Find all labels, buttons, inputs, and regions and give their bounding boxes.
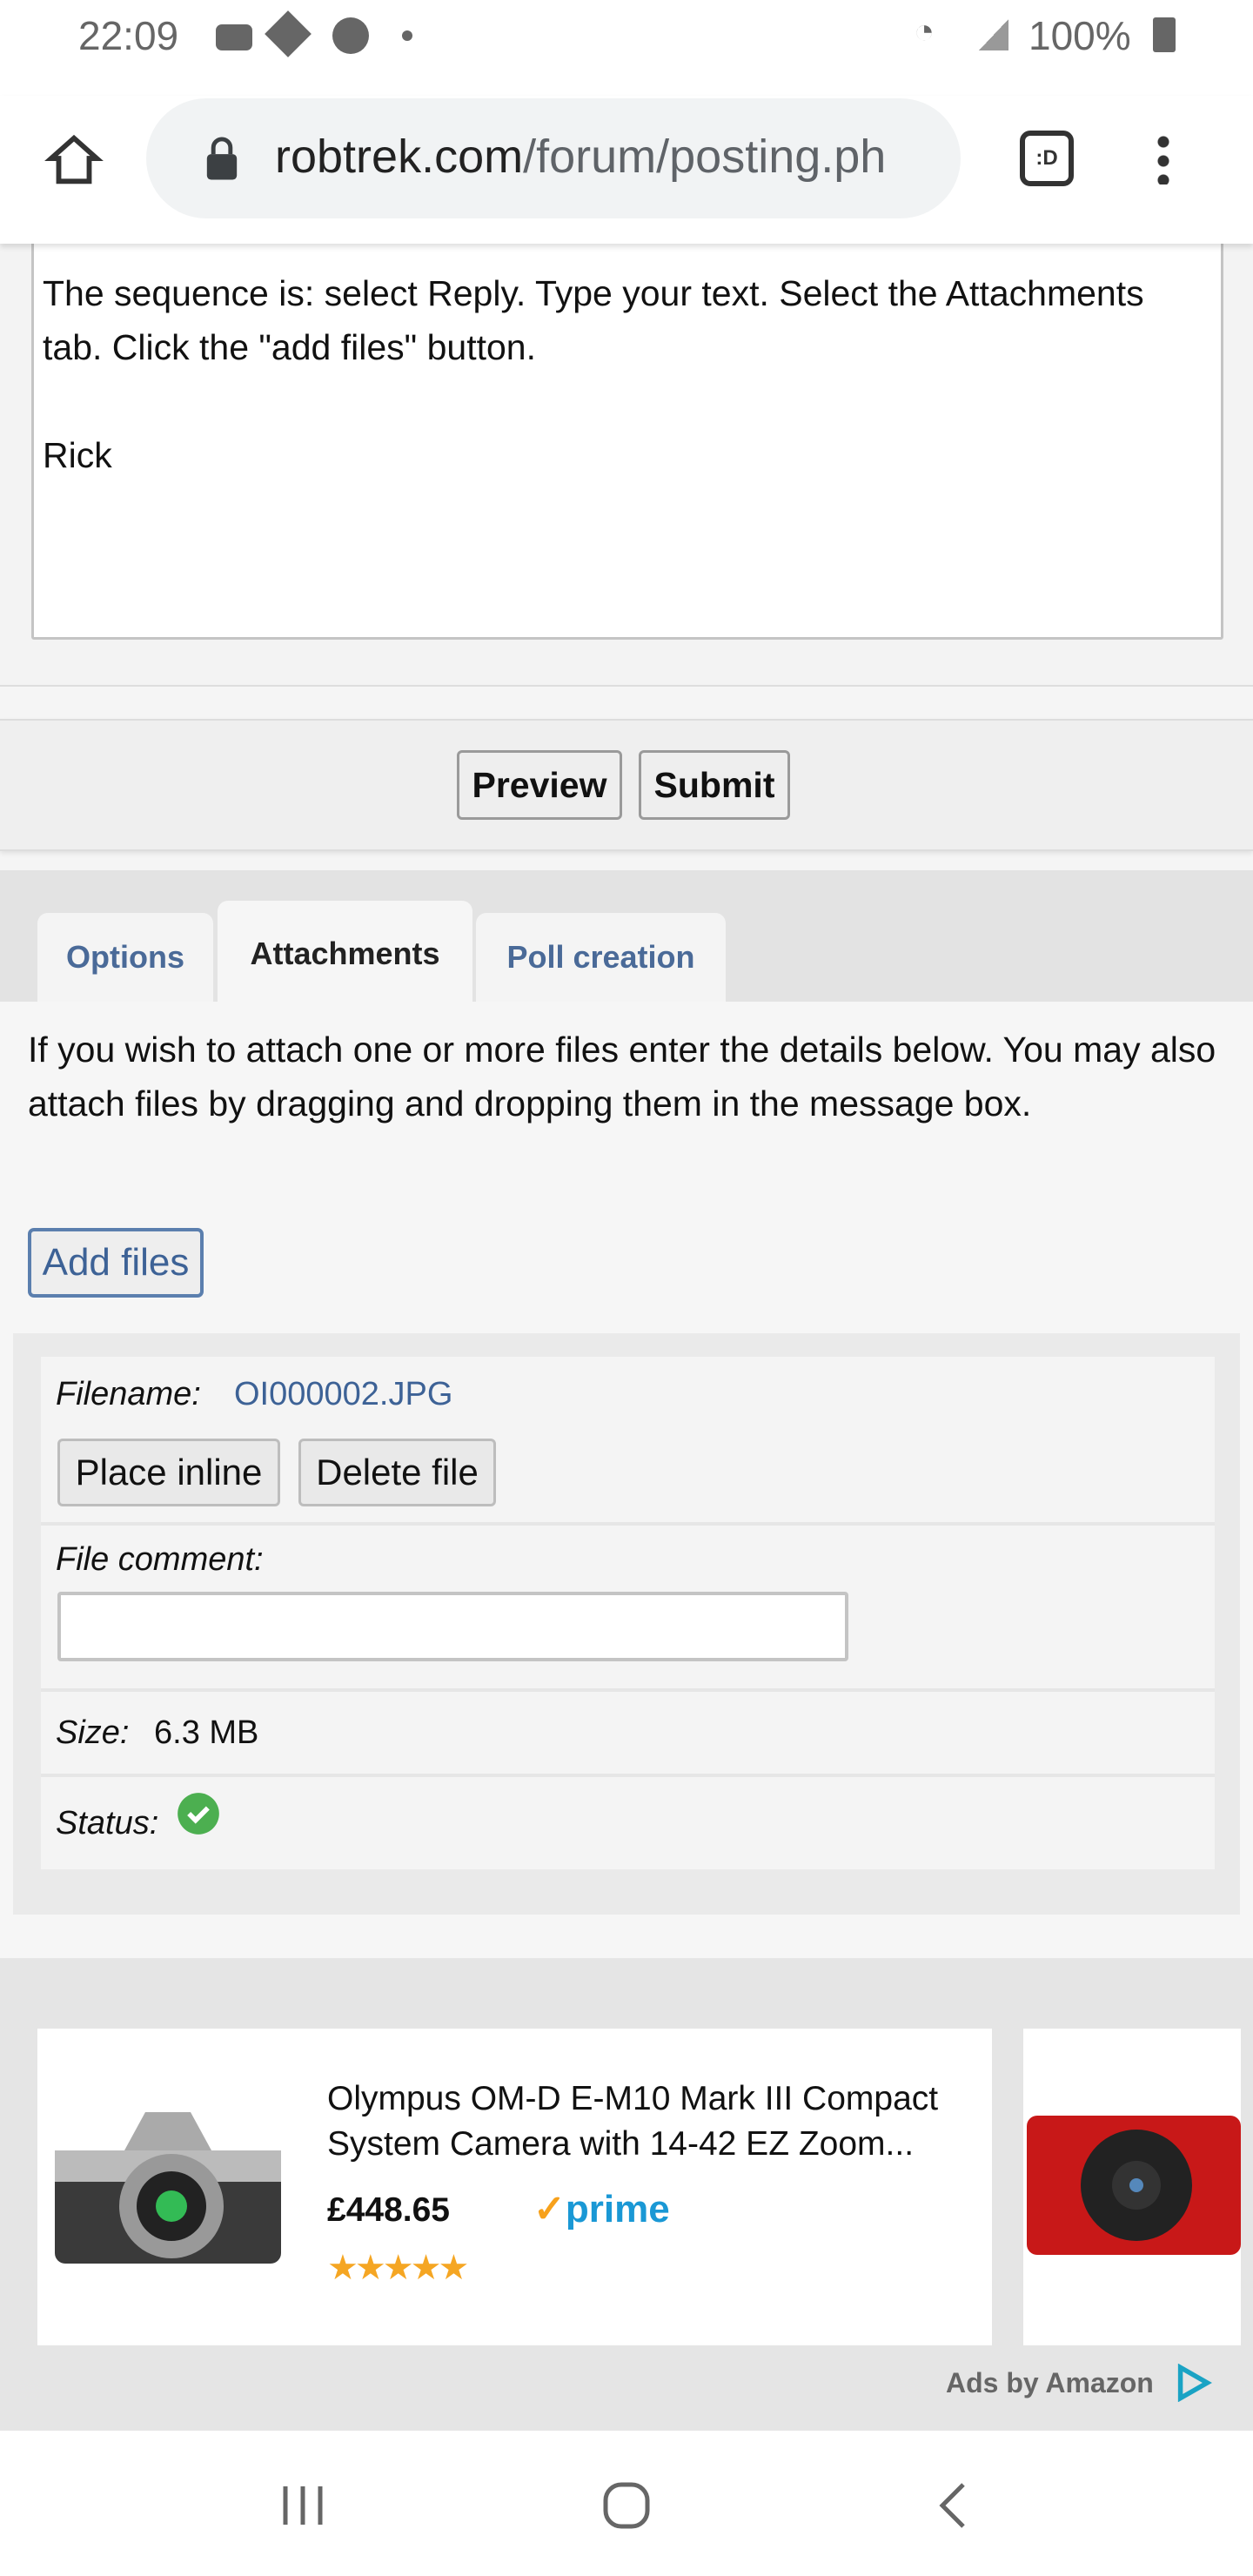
message-line: The sequence is: select Reply. Type your… — [43, 273, 1144, 367]
tab-switcher-icon[interactable]: :D — [1020, 131, 1074, 186]
home-icon[interactable] — [44, 131, 104, 191]
ad-title[interactable]: Olympus OM-D E-M10 Mark III Compact Syst… — [327, 2076, 975, 2167]
place-inline-button[interactable]: Place inline — [57, 1439, 280, 1506]
tab-poll-creation[interactable]: Poll creation — [476, 913, 726, 1002]
message-line: Rick — [43, 435, 112, 475]
size-row: Size: 6.3 MB — [41, 1692, 1215, 1777]
filename-label: Filename: — [56, 1376, 201, 1412]
browser-toolbar: robtrek.com/forum/posting.ph :D — [0, 96, 1253, 244]
message-textarea[interactable]: The sequence is: select Reply. Type your… — [31, 235, 1223, 640]
size-value: 6.3 MB — [154, 1714, 259, 1751]
url-text: robtrek.com/forum/posting.ph — [275, 130, 945, 184]
menu-icon[interactable] — [1157, 132, 1169, 184]
camera-image — [55, 2112, 281, 2264]
tab-options[interactable]: Options — [37, 913, 213, 1002]
ads-by-amazon[interactable]: Ads by Amazon — [946, 2367, 1154, 2399]
file-comment-label: File comment: — [56, 1541, 264, 1578]
url-path: /forum/posting.ph — [523, 131, 887, 183]
filename-row: Filename: OI000002.JPG Place inline Dele… — [41, 1357, 1215, 1526]
adchoices-icon[interactable] — [1175, 2364, 1213, 2402]
status-time: 22:09 — [78, 13, 179, 58]
camera-image — [1027, 2116, 1241, 2255]
status-bar: 22:09 ◔ 100% — [0, 0, 1253, 96]
battery-level: 100% — [1029, 13, 1131, 58]
attachment-item: Filename: OI000002.JPG Place inline Dele… — [41, 1357, 1215, 1869]
prime-check-icon: ✓ — [533, 2188, 566, 2231]
attachments-intro: If you wish to attach one or more files … — [28, 1030, 1216, 1124]
submit-buttons-bar: Preview Submit — [0, 719, 1253, 851]
status-row: Status: — [41, 1777, 1215, 1869]
preview-button[interactable]: Preview — [457, 750, 622, 820]
url-domain: robtrek.com — [275, 131, 524, 183]
lock-icon — [206, 137, 238, 180]
signal-icon — [979, 19, 1008, 50]
delete-file-button[interactable]: Delete file — [298, 1439, 496, 1506]
ad-card[interactable]: Olympus OM-D E-M10 Mark III Compact Syst… — [37, 2029, 992, 2345]
recent-apps-icon[interactable] — [278, 2483, 327, 2528]
submit-button[interactable]: Submit — [639, 750, 790, 820]
message-editor-panel: The sequence is: select Reply. Type your… — [0, 235, 1253, 687]
wifi-icon: ◔ — [914, 12, 935, 50]
address-bar[interactable]: robtrek.com/forum/posting.ph — [146, 98, 961, 218]
comment-row: File comment: — [41, 1526, 1215, 1692]
prime-badge: ✓prime — [533, 2187, 670, 2231]
ad-price: £448.65 — [327, 2191, 450, 2229]
youtube-icon — [216, 24, 252, 50]
check-circle-icon — [178, 1793, 219, 1835]
filename-link[interactable]: OI000002.JPG — [234, 1376, 452, 1413]
home-nav-icon[interactable] — [600, 2479, 653, 2532]
back-icon[interactable] — [935, 2481, 970, 2530]
ad-card[interactable] — [1023, 2029, 1241, 2345]
file-comment-input[interactable] — [57, 1592, 848, 1661]
dot-icon — [402, 30, 412, 41]
star-rating: ★★★★★ — [327, 2249, 469, 2287]
chrome-icon — [332, 17, 369, 54]
attachment-list: Filename: OI000002.JPG Place inline Dele… — [13, 1333, 1240, 1915]
amazon-ads: Olympus OM-D E-M10 Mark III Compact Syst… — [0, 1958, 1253, 2431]
android-nav-bar — [0, 2431, 1253, 2576]
prime-label: prime — [565, 2188, 670, 2231]
add-files-button[interactable]: Add files — [28, 1228, 204, 1298]
battery-icon — [1153, 17, 1176, 52]
size-label: Size: — [56, 1714, 130, 1751]
app-icon — [265, 10, 312, 57]
tab-attachments[interactable]: Attachments — [218, 901, 472, 1002]
status-label: Status: — [56, 1805, 159, 1841]
